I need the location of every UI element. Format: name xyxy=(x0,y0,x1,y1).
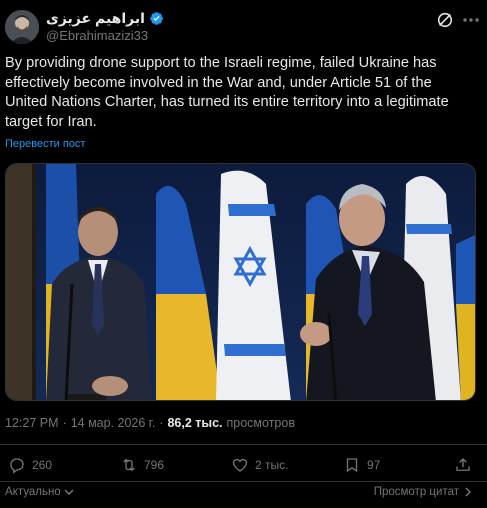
share-button[interactable] xyxy=(454,456,472,474)
view-quotes-link[interactable]: Просмотр цитат xyxy=(374,486,473,498)
author-display-name[interactable]: ابراهیم عزیزی xyxy=(46,10,145,27)
reply-button[interactable]: 260 xyxy=(8,456,52,474)
bookmark-icon xyxy=(346,458,358,473)
bookmark-count: 97 xyxy=(367,458,381,472)
views-count: 86,2 тыс. xyxy=(167,416,223,430)
tweet-date[interactable]: 14 мар. 2026 г. xyxy=(71,416,156,430)
meta-separator-2: · xyxy=(159,416,164,430)
author-handle[interactable]: @Ebrahimazizi33 xyxy=(46,28,148,43)
view-quotes-label: Просмотр цитат xyxy=(373,486,459,498)
tweet-meta: 12:27 PM · 14 мар. 2026 г. · 86,2 тыс. п… xyxy=(5,416,295,430)
tweet-time[interactable]: 12:27 PM xyxy=(5,416,59,430)
tweet-actions: 260 796 2 тыс. 97 xyxy=(0,452,487,480)
sort-replies-dropdown[interactable]: Актуально xyxy=(5,486,75,498)
tweet-text: By providing drone support to the Israel… xyxy=(5,55,449,130)
author-name-row[interactable]: ابراهیم عزیزی xyxy=(46,10,164,27)
divider-top xyxy=(0,444,487,445)
grok-icon[interactable] xyxy=(436,11,454,29)
views-label: просмотров xyxy=(226,416,295,430)
tweet-header: ابراهیم عزیزی @Ebrahimazizi33 xyxy=(0,0,487,48)
photo-image xyxy=(6,164,475,400)
avatar-image xyxy=(5,10,39,44)
avatar[interactable] xyxy=(5,10,39,44)
share-icon xyxy=(456,458,470,471)
sort-label: Актуально xyxy=(5,486,61,498)
reply-icon xyxy=(10,458,24,474)
replies-footer: Актуально Просмотр цитат xyxy=(0,484,487,504)
more-dots xyxy=(463,18,479,22)
translate-post-link[interactable]: Перевести пост xyxy=(5,138,85,150)
reply-count: 260 xyxy=(32,458,53,472)
more-icon[interactable] xyxy=(461,12,481,28)
repost-icon xyxy=(123,458,135,472)
repost-button[interactable]: 796 xyxy=(120,456,164,474)
like-button[interactable]: 2 тыс. xyxy=(231,456,288,474)
heart-icon xyxy=(232,458,248,472)
bookmark-button[interactable]: 97 xyxy=(343,456,380,474)
divider-bottom xyxy=(0,481,487,482)
tweet-media-photo[interactable] xyxy=(5,163,476,401)
meta-separator: · xyxy=(62,416,67,430)
chevron-right-icon xyxy=(465,487,472,497)
like-count: 2 тыс. xyxy=(255,458,289,472)
chevron-down-icon xyxy=(64,489,74,496)
repost-count: 796 xyxy=(144,458,165,472)
verified-badge-icon xyxy=(150,12,163,25)
